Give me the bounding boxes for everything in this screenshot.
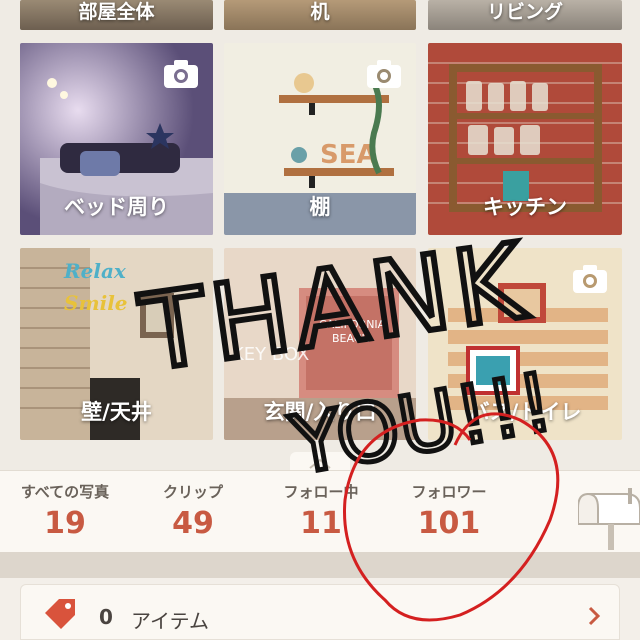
tile-label: バス/トイレ [468,400,582,424]
tile-label: 壁/天井 [81,400,152,424]
items-label: アイテム [131,609,209,633]
camera-icon [366,59,402,89]
california-text: CALIFORNIA [319,318,386,331]
profile-stats-bar: すべての写真 19 クリップ 49 フォロー中 11 フォロワー 101 [0,470,640,552]
stat-value: 11 [300,506,342,541]
chevron-right-icon [587,605,601,627]
sea-sign: SEA [320,140,377,170]
tile-kitchen[interactable]: キッチン [428,43,622,235]
stat-clips[interactable]: クリップ 49 [128,481,258,541]
stat-followers[interactable]: フォロワー 101 [384,481,514,541]
tile-shelf[interactable]: SEA 棚 [224,43,416,235]
tile-label: 玄関/入り口 [263,400,377,424]
tile-whole-room[interactable]: 部屋全体 [20,0,213,30]
tile-label: 机 [310,1,330,23]
stat-label: クリップ [162,483,223,501]
stat-value: 19 [44,506,86,541]
stat-all-photos[interactable]: すべての写真 19 [0,481,130,541]
camera-icon [572,264,608,294]
tile-label: ベッド周り [64,195,169,219]
items-count: 0 [99,605,113,629]
section-divider [0,552,640,578]
price-tag-icon [43,597,77,631]
stat-label: フォロー中 [283,483,359,501]
room-category-grid: 部屋全体 机 リビング ベッド周り SEA 棚 キッチン Relax Smile… [0,0,640,470]
stat-value: 101 [417,506,481,541]
tile-living[interactable]: リビング [428,0,622,30]
beach-text: BEACH [332,332,370,345]
tile-wall-ceiling[interactable]: Relax Smile 壁/天井 [20,248,213,440]
stat-label: フォロワー [411,483,487,501]
key-box-text: KEY BOX [232,344,309,365]
tile-label: リビング [486,1,563,23]
smile-sign: Smile [64,291,128,315]
items-row[interactable]: 0 アイテム [20,584,620,640]
camera-icon [163,59,199,89]
tile-bath-toilet[interactable]: バス/トイレ [428,248,622,440]
relax-sign: Relax [63,259,127,283]
tile-label: キッチン [483,195,567,219]
mailbox-icon[interactable] [577,484,640,550]
stat-label: すべての写真 [20,483,110,501]
stat-following[interactable]: フォロー中 11 [256,481,386,541]
tile-label: 棚 [309,195,331,219]
tile-label: 部屋全体 [78,1,155,23]
tile-desk[interactable]: 机 [224,0,416,30]
tile-bed[interactable]: ベッド周り [20,43,213,235]
stat-value: 49 [172,506,214,541]
tile-entrance[interactable]: KEY BOX CALIFORNIA BEACH 玄関/入り口 [224,248,416,440]
